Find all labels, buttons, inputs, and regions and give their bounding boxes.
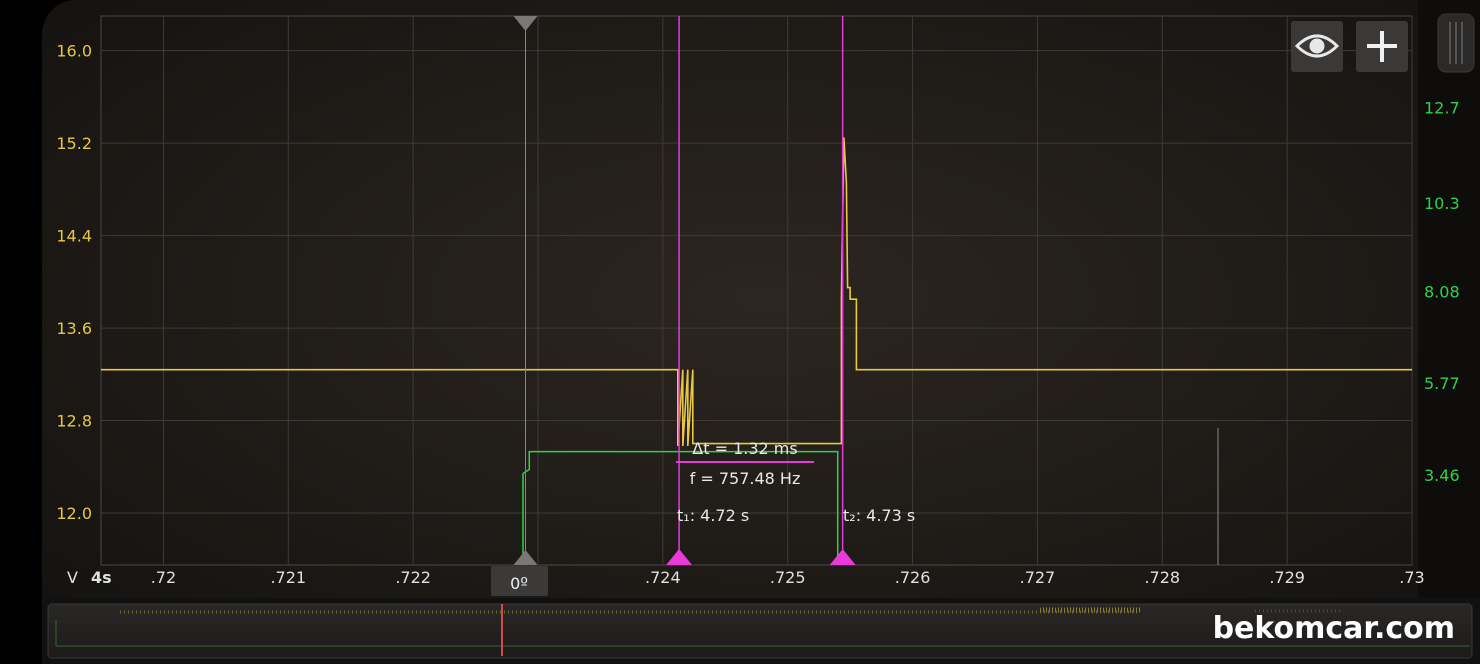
y-right-tick-label: 10.3 — [1424, 194, 1460, 213]
x-tick-label: .72 — [151, 568, 176, 587]
frequency-value: f = 757.48 Hz — [690, 469, 801, 488]
watermark: bekomcar.com — [1213, 611, 1455, 646]
x-tick-label: .73 — [1399, 568, 1424, 587]
time-window-label[interactable]: 4s — [91, 568, 112, 587]
add-channel-button[interactable] — [1356, 21, 1408, 72]
x-tick-label: .722 — [395, 568, 431, 587]
y-left-tick-label: 14.4 — [56, 227, 92, 246]
y-left-tick-label: 13.6 — [56, 319, 92, 338]
cursor-t1-label: t₁: 4.72 s — [677, 506, 749, 525]
x-tick-label: .726 — [895, 568, 931, 587]
cursor-t2-label: t₂: 4.73 s — [843, 506, 915, 525]
y-left-tick-label: 12.8 — [56, 412, 92, 431]
trigger-label-tab[interactable]: 0º — [491, 566, 548, 596]
oscilloscope-screen: 16.0 15.2 14.4 13.6 12.8 12.0 12.7 10.3 8.08 5.7… — [42, 0, 1480, 664]
y-left-tick-label: 15.2 — [56, 134, 92, 153]
x-tick-label: .727 — [1020, 568, 1056, 587]
voltage-unit-label: V — [67, 568, 78, 587]
x-tick-label: .725 — [770, 568, 806, 587]
y-right-tick-label: 12.7 — [1424, 99, 1460, 118]
y-right-tick-label: 3.46 — [1424, 466, 1460, 485]
x-tick-label: .721 — [270, 568, 306, 587]
x-tick-label: .724 — [645, 568, 681, 587]
y-left-tick-label: 12.0 — [56, 504, 92, 523]
visibility-button[interactable] — [1291, 21, 1343, 72]
screen-background — [42, 0, 1480, 664]
y-right-tick-label: 5.77 — [1424, 374, 1460, 393]
x-tick-label: .729 — [1269, 568, 1305, 587]
x-tick-label: .728 — [1144, 568, 1180, 587]
delta-t-value: Δt = 1.32 ms — [692, 439, 797, 458]
y-right-tick-label: 8.08 — [1424, 282, 1460, 301]
y-left-tick-label: 16.0 — [56, 42, 92, 61]
trigger-label: 0º — [510, 574, 528, 593]
